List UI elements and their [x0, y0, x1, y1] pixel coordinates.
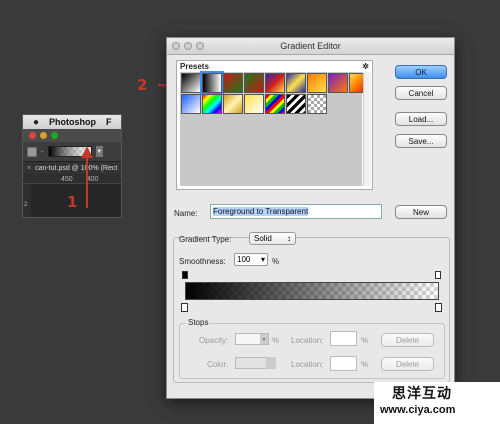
gradient-type-value: Solid	[254, 234, 272, 243]
presets-scrollbar[interactable]	[363, 72, 371, 186]
color-stop-right[interactable]	[435, 303, 442, 312]
chevron-down-icon: ▾	[260, 255, 265, 264]
preset-swatch[interactable]	[286, 94, 306, 114]
dialog-title: Gradient Editor	[280, 41, 341, 51]
save-button[interactable]: Save...	[395, 134, 447, 148]
gradient-editor-dialog: Gradient Editor Presets ✲ OK Cancel Load…	[166, 37, 455, 399]
preset-swatch[interactable]	[244, 73, 264, 93]
chevron-updown-icon: ↕	[287, 234, 291, 243]
dialog-titlebar[interactable]: Gradient Editor	[167, 38, 454, 55]
preset-swatch[interactable]	[286, 73, 306, 93]
opacity-stop-left[interactable]	[182, 271, 188, 279]
gear-icon[interactable]: ✲	[362, 62, 369, 71]
watermark: 思洋互动 www.ciya.com	[374, 382, 500, 424]
preset-swatch[interactable]	[307, 73, 327, 93]
opacity-unit: %	[272, 336, 280, 345]
location-unit: %	[361, 360, 369, 369]
name-label: Name:	[174, 209, 198, 218]
cancel-button[interactable]: Cancel	[395, 86, 447, 100]
opacity-stop-right[interactable]	[435, 271, 441, 279]
presets-panel: Presets ✲	[176, 60, 373, 190]
preset-swatch[interactable]	[328, 73, 348, 93]
preset-swatch[interactable]	[223, 94, 243, 114]
preset-swatch[interactable]	[265, 73, 285, 93]
opacity-field[interactable]: ▾	[235, 333, 269, 345]
opacity-label: Opacity:	[199, 336, 229, 345]
preset-swatch-bw[interactable]	[200, 71, 224, 95]
preset-swatch[interactable]	[223, 73, 243, 93]
watermark-title: 思洋互动	[392, 385, 452, 401]
opacity-location-field[interactable]	[330, 331, 357, 346]
delete-color-stop-button[interactable]: Delete	[381, 357, 434, 371]
presets-grid	[180, 71, 369, 186]
load-button[interactable]: Load...	[395, 112, 447, 126]
smoothness-unit: %	[272, 257, 280, 266]
color-stop-swatch[interactable]	[235, 357, 276, 369]
gradient-type-label: Gradient Type:	[179, 235, 232, 244]
chevron-down-icon: ▾	[260, 334, 268, 344]
color-label: Color:	[207, 360, 229, 369]
ok-button[interactable]: OK	[395, 65, 447, 79]
smoothness-select[interactable]: 100 ▾	[234, 253, 268, 266]
chevron-down-icon	[266, 357, 276, 369]
color-location-field[interactable]	[330, 356, 357, 371]
arrow-1-head	[81, 146, 93, 158]
name-field[interactable]: Foreground to Transparent	[210, 204, 382, 219]
annotation-number-1: 1	[67, 193, 78, 211]
preset-swatch[interactable]	[244, 94, 264, 114]
annotation-number-2: 2	[137, 76, 148, 94]
location-label: Location:	[291, 336, 324, 345]
smoothness-value: 100	[237, 255, 251, 264]
preset-swatch-fg-transparent[interactable]	[181, 73, 201, 93]
location-unit: %	[361, 336, 369, 345]
watermark-url: www.ciya.com	[380, 404, 456, 416]
gradient-type-select[interactable]: Solid ↕	[249, 232, 296, 245]
gradient-bar[interactable]	[185, 282, 439, 300]
delete-opacity-stop-button[interactable]: Delete	[381, 333, 434, 347]
color-stop-left[interactable]	[181, 303, 188, 312]
presets-label: Presets	[180, 62, 209, 71]
stops-label: Stops	[186, 318, 211, 327]
smoothness-label: Smoothness:	[179, 257, 226, 266]
name-value: Foreground to Transparent	[213, 207, 309, 216]
new-button[interactable]: New	[395, 205, 447, 219]
preset-swatch[interactable]	[307, 94, 327, 114]
preset-swatch[interactable]	[265, 94, 285, 114]
preset-swatch[interactable]	[202, 94, 222, 114]
location-label: Location:	[291, 360, 324, 369]
preset-swatch[interactable]	[181, 94, 201, 114]
